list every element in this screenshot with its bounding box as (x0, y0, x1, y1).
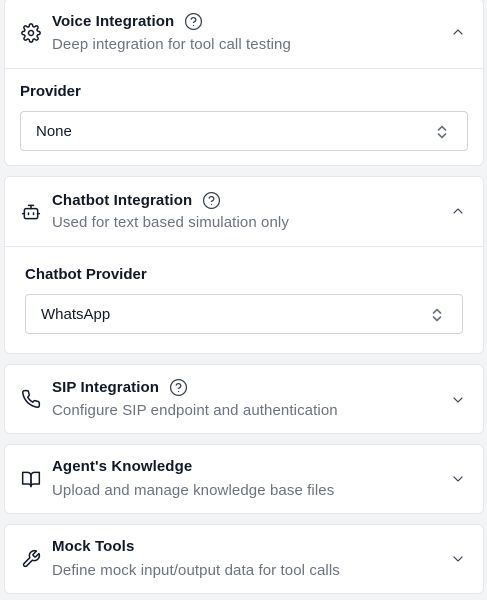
section-subtitle: Deep integration for tool call testing (52, 36, 291, 53)
chevron-down-icon[interactable] (449, 550, 467, 568)
chevron-down-icon[interactable] (449, 391, 467, 409)
book-open-icon (20, 468, 42, 490)
sip-title-row: SIP Integration (52, 378, 188, 397)
chatbot-provider-select[interactable]: WhatsApp (25, 294, 463, 334)
section-title: Voice Integration (52, 13, 175, 30)
section-subtitle: Define mock input/output data for tool c… (52, 562, 340, 579)
chatbot-integration-header[interactable]: Chatbot Integration Used for text based … (5, 177, 483, 246)
chevron-up-icon[interactable] (449, 23, 467, 41)
chatbot-provider-label: Chatbot Provider (25, 266, 147, 283)
sip-integration-header[interactable]: SIP Integration Configure SIP endpoint a… (5, 365, 483, 433)
bot-icon (20, 201, 42, 223)
provider-select[interactable]: None (20, 111, 468, 151)
chatbot-title-row: Chatbot Integration (52, 191, 221, 210)
mock-tools-header[interactable]: Mock Tools Define mock input/output data… (5, 525, 483, 593)
agents-knowledge-card: Agent's Knowledge Upload and manage know… (4, 444, 484, 514)
help-circle-icon[interactable] (169, 378, 188, 397)
mock-title-row: Mock Tools (52, 538, 134, 555)
section-title: Mock Tools (52, 538, 135, 555)
section-title: SIP Integration (52, 379, 160, 396)
section-title: Chatbot Integration (52, 192, 193, 209)
gear-icon (20, 22, 42, 44)
chatbot-integration-body: Chatbot Provider WhatsApp (5, 246, 483, 353)
agents-knowledge-header[interactable]: Agent's Knowledge Upload and manage know… (5, 445, 483, 513)
provider-label: Provider (20, 83, 81, 100)
help-circle-icon[interactable] (184, 12, 203, 31)
chevrons-up-down-icon (435, 124, 449, 140)
phone-icon (20, 388, 42, 410)
voice-integration-card: Voice Integration Deep integration for t… (4, 0, 484, 166)
chevron-down-icon[interactable] (449, 470, 467, 488)
chatbot-integration-card: Chatbot Integration Used for text based … (4, 176, 484, 354)
chevron-up-icon[interactable] (449, 202, 467, 220)
section-subtitle: Upload and manage knowledge base files (52, 482, 335, 499)
help-circle-icon[interactable] (202, 191, 221, 210)
chevrons-up-down-icon (430, 307, 444, 323)
wrench-icon (20, 548, 42, 570)
knowledge-title-row: Agent's Knowledge (52, 458, 192, 475)
voice-integration-body: Provider None (5, 68, 483, 165)
mock-tools-card: Mock Tools Define mock input/output data… (4, 524, 484, 594)
provider-value: None (36, 122, 72, 140)
voice-integration-header[interactable]: Voice Integration Deep integration for t… (5, 0, 483, 68)
sip-integration-card: SIP Integration Configure SIP endpoint a… (4, 364, 484, 434)
section-subtitle: Used for text based simulation only (52, 214, 289, 231)
voice-title-row: Voice Integration (52, 12, 203, 31)
chatbot-provider-value: WhatsApp (41, 305, 111, 323)
section-subtitle: Configure SIP endpoint and authenticatio… (52, 402, 338, 419)
section-title: Agent's Knowledge (52, 458, 193, 475)
